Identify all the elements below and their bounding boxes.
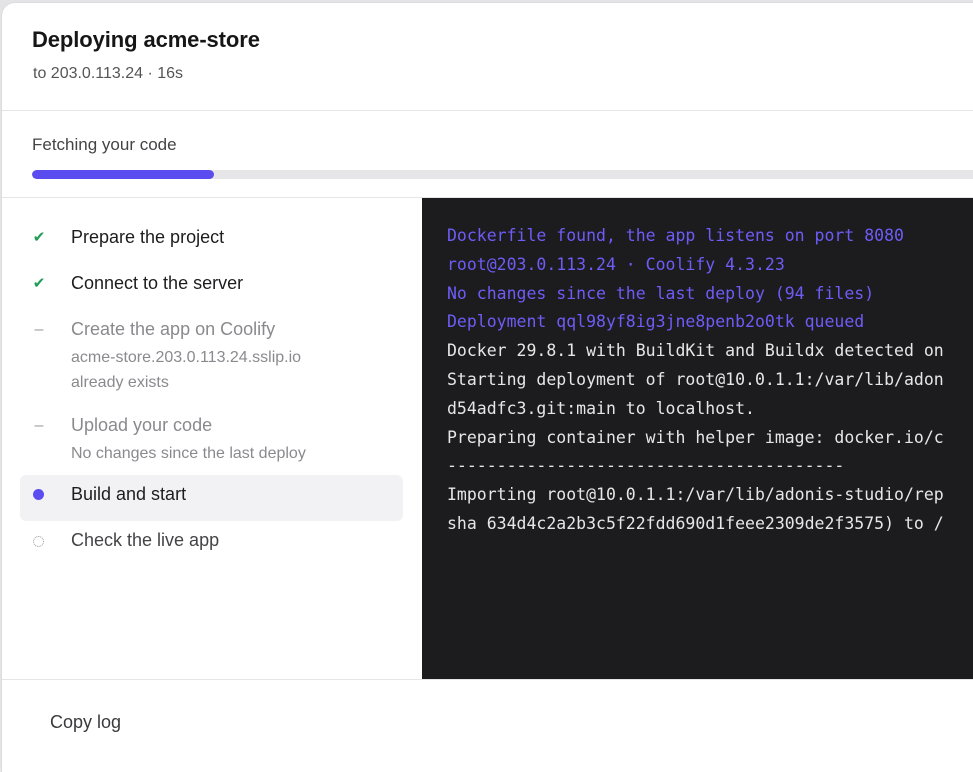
progress-bar-fill [32,170,215,179]
log-line: Starting deployment of root@10.0.1.1:/va… [447,370,944,389]
log-line: Deployment qql98yf8ig3jne8penb2o0tk queu… [447,312,865,332]
dialog-header: Deploying acme-store to 203.0.113.24 · 1… [2,3,973,111]
step-label: Upload your code [71,415,213,435]
step-label: Build and start [71,484,187,504]
copy-log-button[interactable]: Copy log [32,702,139,742]
step-label: Connect to the server [71,273,244,293]
log-line: Importing root@10.0.1.1:/var/lib/adonis-… [447,485,944,505]
step-label: Create the app on Coolify [71,319,276,339]
step-item: – Create the app on Coolify acme-store.203… [20,310,403,400]
step-label: Check the live app [71,530,220,550]
step-detail: No changes since the last deploy [71,445,306,462]
step-item: Check the live app [20,521,403,565]
progress-bar [32,170,973,179]
deploy-log-terminal[interactable]: Dockerfile found, the app listens on por… [422,198,973,679]
dialog-title: Deploying acme-store [32,27,260,52]
step-item: ✔ Prepare the project [20,218,403,262]
pending-circle-icon [32,532,46,550]
log-line: No changes since the last deploy (94 fil… [447,283,875,303]
log-line: sha 634d4c2a2b3c5f22fdd690d1feee2309de2f… [447,514,944,533]
active-dot-icon [32,486,46,504]
step-item: ✔ Connect to the server [20,264,403,308]
dash-icon: – [34,417,44,434]
dialog-footer: Copy log [2,679,973,772]
log-line: Dockerfile found, the app listens on por… [447,226,904,245]
dash-icon: – [34,321,44,338]
step-item: Build and start [20,475,403,521]
log-line: Preparing container with helper image: d… [447,427,944,447]
check-icon: ✔ [32,275,46,292]
step-item: – Upload your code No changes since the la… [20,406,403,470]
log-line: Docker 29.8.1 with BuildKit and Buildx d… [447,341,944,361]
log-line: root@203.0.113.24 · Coolify 4.3.23 [447,254,785,274]
step-list: ✔ Prepare the project ✔ Connect to the serv… [2,198,422,678]
log-line: d54adfc3.git:main to localhost. [447,398,755,418]
dialog-subtitle: to 203.0.113.24 · 16s [33,65,184,82]
step-label: Prepare the project [71,227,225,247]
deploy-dialog: Deploying acme-store to 203.0.113.24 · 1… [1,2,973,772]
log-line: ---------------------------------------- [447,456,845,476]
step-detail: already exists [71,374,169,391]
progress-section: Fetching your code [2,111,973,198]
check-icon: ✔ [32,229,46,246]
progress-label: Fetching your code [32,135,177,154]
step-detail: acme-store.203.0.113.24.sslip.io [71,349,302,366]
